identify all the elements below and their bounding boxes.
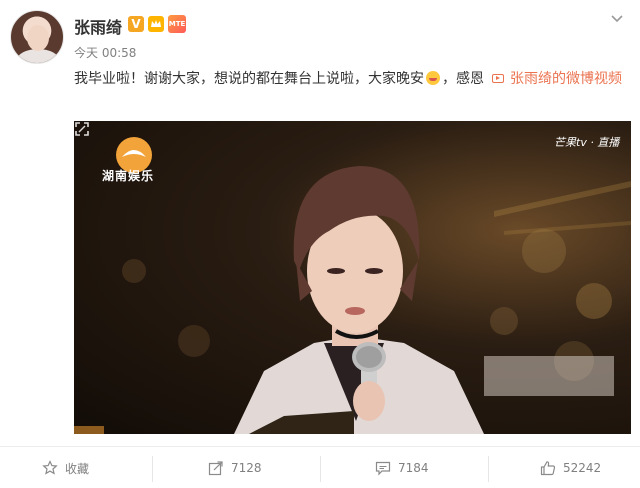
favorite-button[interactable]: 收藏 <box>42 455 89 481</box>
video-icon <box>492 74 504 83</box>
share-button[interactable]: 7128 <box>208 455 262 481</box>
action-separator <box>320 456 321 482</box>
like-button[interactable]: 52242 <box>540 455 601 481</box>
weibo-post: 张雨绮 V MTE 今天 00:58 我毕业啦！谢谢大家，想说的都在舞台上说啦，… <box>0 0 640 488</box>
video-player[interactable]: 湖南娱乐 芒果tv · 直播 <box>74 121 631 434</box>
action-separator <box>152 456 153 482</box>
comment-button[interactable]: 7184 <box>375 455 429 481</box>
post-text-main: 我毕业啦！谢谢大家，想说的都在舞台上说啦，大家晚安 <box>74 71 424 87</box>
post-text-tail: ，感恩 <box>442 71 484 87</box>
comment-count: 7184 <box>398 461 429 475</box>
username[interactable]: 张雨绮 <box>74 14 122 38</box>
like-count: 52242 <box>563 461 602 475</box>
avatar-shoulder <box>17 49 59 63</box>
avatar[interactable] <box>10 10 64 64</box>
chevron-down-icon[interactable] <box>610 14 624 24</box>
fullscreen-icon[interactable] <box>74 121 90 137</box>
vip-badge[interactable]: MTE <box>168 15 186 33</box>
favorite-label: 收藏 <box>65 461 90 476</box>
video-channel-label: 芒果tv · 直播 <box>554 136 620 149</box>
video-watermark-logo: 湖南娱乐 <box>102 169 155 183</box>
post-time[interactable]: 今天 00:58 <box>74 44 136 61</box>
crown-icon[interactable] <box>147 15 165 33</box>
comment-icon <box>375 461 391 476</box>
verified-badge[interactable]: V <box>128 16 144 32</box>
action-separator <box>488 456 489 482</box>
kiss-face-emoji-icon <box>426 71 440 85</box>
share-icon <box>208 461 223 476</box>
action-bar-divider <box>0 446 640 447</box>
share-count: 7128 <box>231 461 262 475</box>
video-frame <box>74 137 631 434</box>
thumbs-up-icon <box>540 461 556 476</box>
post-text: 我毕业啦！谢谢大家，想说的都在舞台上说啦，大家晚安 ，感恩 张雨绮的微博视频 <box>74 66 634 92</box>
avatar-face <box>27 25 49 51</box>
video-link[interactable]: 张雨绮的微博视频 <box>510 71 622 87</box>
star-icon <box>42 460 58 475</box>
